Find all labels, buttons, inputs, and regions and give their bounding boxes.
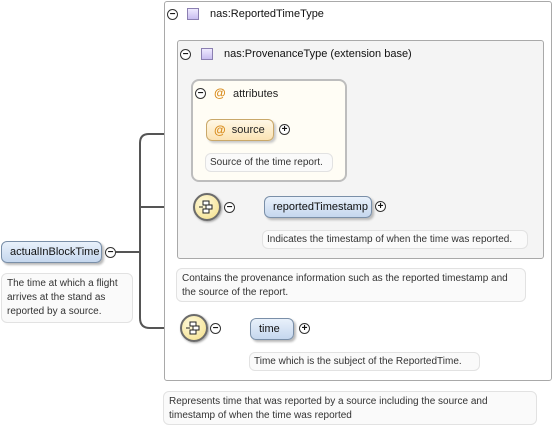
sequence-compositor-icon[interactable] bbox=[180, 314, 208, 342]
source-expand-toggle[interactable]: + bbox=[279, 124, 290, 135]
time-element[interactable]: time bbox=[250, 318, 294, 340]
reported-timestamp-element[interactable]: reportedTimestamp bbox=[264, 196, 372, 218]
time-expand-toggle[interactable]: + bbox=[299, 323, 310, 334]
complex-type-icon bbox=[201, 48, 213, 60]
reported-time-type-title: nas:ReportedTimeType bbox=[210, 8, 324, 20]
reported-time-type-doc: Represents time that was reported by a s… bbox=[163, 391, 537, 425]
sequence-glyph bbox=[186, 321, 200, 335]
sequence-compositor-icon[interactable] bbox=[193, 193, 221, 221]
provenance-type-title: nas:ProvenanceType (extension base) bbox=[224, 48, 412, 60]
sequence-collapse-toggle[interactable]: − bbox=[210, 323, 221, 334]
reported-timestamp-doc: Indicates the timestamp of when the time… bbox=[262, 230, 528, 249]
attribute-icon: @ bbox=[214, 86, 226, 100]
provenance-type-collapse-toggle[interactable]: − bbox=[180, 49, 191, 60]
source-attribute-label: source bbox=[231, 124, 265, 136]
source-attribute[interactable]: @ source bbox=[206, 119, 274, 141]
attribute-icon: @ bbox=[214, 123, 226, 137]
actual-in-block-time-collapse-toggle[interactable]: − bbox=[105, 247, 116, 258]
reported-timestamp-expand-toggle[interactable]: + bbox=[375, 201, 386, 212]
actual-in-block-time-doc: The time at which a flight arrives at th… bbox=[1, 273, 133, 323]
time-doc: Time which is the subject of the Reporte… bbox=[249, 352, 480, 371]
sequence-glyph bbox=[199, 200, 213, 214]
actual-in-block-time-element[interactable]: actualInBlockTime bbox=[1, 241, 102, 263]
sequence-collapse-toggle[interactable]: − bbox=[224, 202, 235, 213]
complex-type-icon bbox=[187, 8, 199, 20]
source-attribute-doc: Source of the time report. bbox=[205, 153, 333, 172]
provenance-type-doc: Contains the provenance information such… bbox=[176, 268, 526, 302]
attributes-title: attributes bbox=[233, 88, 279, 100]
attributes-collapse-toggle[interactable]: − bbox=[195, 88, 206, 99]
reported-time-type-collapse-toggle[interactable]: − bbox=[167, 9, 178, 20]
